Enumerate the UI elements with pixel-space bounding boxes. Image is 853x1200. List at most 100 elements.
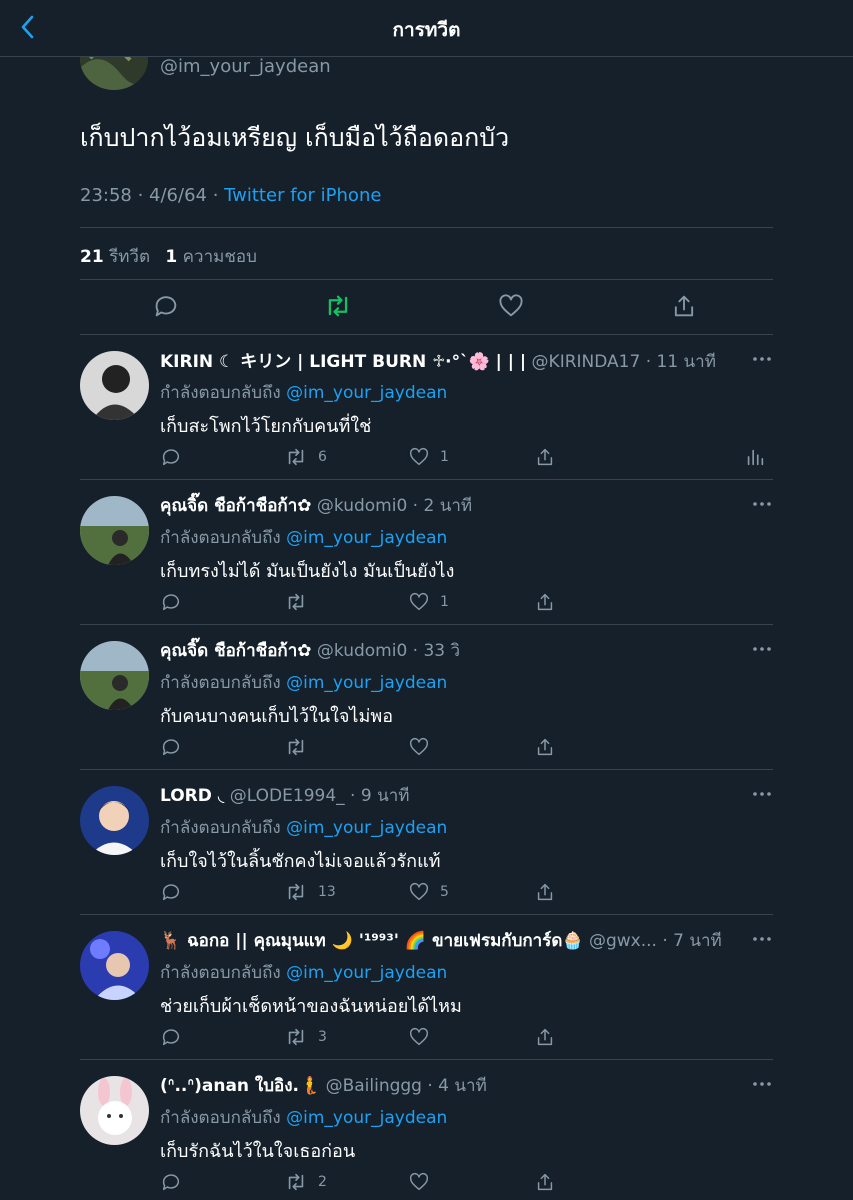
author-handle[interactable]: @KIRINDA17 · 11 นาที	[532, 352, 716, 372]
like-button[interactable]: 1	[408, 445, 449, 469]
author-handle[interactable]: @gwx... · 7 นาที	[589, 931, 722, 951]
analytics-button[interactable]	[744, 445, 766, 469]
author-name[interactable]: คุณจิ๊ด ชือก้าชือก้า✿	[160, 496, 311, 516]
more-button[interactable]	[750, 784, 774, 804]
retweet-count: 6	[318, 449, 327, 465]
like-button[interactable]	[408, 1025, 440, 1049]
retweet-icon	[288, 738, 304, 756]
mention-link[interactable]: @im_your_jaydean	[286, 818, 447, 838]
like-button[interactable]	[497, 292, 529, 324]
share-button[interactable]	[534, 880, 556, 904]
reply-icon	[162, 884, 180, 901]
tweet-meta: 23:58 · 4/6/64 · Twitter for iPhone	[80, 185, 381, 206]
reply-actions	[160, 735, 770, 759]
retweet-label[interactable]: รีทวีต	[109, 247, 150, 267]
more-button[interactable]	[750, 1074, 774, 1094]
avatar[interactable]	[80, 931, 149, 1000]
like-count[interactable]: 1	[165, 247, 177, 267]
retweet-count[interactable]: 21	[80, 247, 104, 267]
like-button[interactable]: 1	[408, 590, 449, 614]
replying-to-label: กำลังตอบกลับถึง	[160, 528, 281, 548]
mention-link[interactable]: @im_your_jaydean	[286, 963, 447, 983]
author-name[interactable]: LORD ◟	[160, 786, 224, 806]
share-button[interactable]	[534, 445, 556, 469]
heart-icon	[409, 447, 429, 466]
tweet-action-bar	[80, 292, 773, 324]
author-name[interactable]: (ᐢ..ᐢ)anan ใบอิง.🧜	[160, 1076, 320, 1096]
like-button[interactable]	[408, 735, 440, 759]
share-button[interactable]	[534, 735, 556, 759]
tweet-stats: 21 รีทวีต 1 ความชอบ	[80, 243, 257, 270]
author-handle[interactable]: @kudomi0 · 2 นาที	[317, 496, 472, 516]
reply-actions: 13 5	[160, 880, 770, 904]
retweet-button[interactable]	[323, 292, 355, 324]
more-button[interactable]	[750, 349, 774, 369]
share-button[interactable]	[534, 1025, 556, 1049]
retweet-button[interactable]	[284, 735, 318, 759]
reply-text: เก็บสะโพกไว้โยกกับคนที่ใช่	[160, 416, 372, 437]
retweet-button[interactable]: 2	[284, 1170, 327, 1194]
avatar[interactable]	[80, 786, 149, 855]
retweet-count: 3	[318, 1029, 327, 1045]
author-name[interactable]: 🦌 ฉอกอ || คุณมุนแท 🌙 '¹⁹⁹³' 🌈 ขายเฟรมกับ…	[160, 931, 584, 951]
avatar[interactable]	[80, 1076, 149, 1145]
share-button[interactable]	[534, 590, 556, 614]
divider	[80, 769, 773, 770]
reply-text: เก็บใจไว้ในลิ้นชักคงไม่เจอแล้วรักแท้	[160, 851, 441, 872]
reply-button[interactable]	[152, 292, 184, 324]
like-label[interactable]: ความชอบ	[183, 247, 257, 267]
reply-button[interactable]	[160, 1025, 182, 1049]
retweet-count: 13	[318, 884, 336, 900]
reply-button[interactable]	[160, 445, 182, 469]
retweet-button[interactable]: 13	[284, 880, 336, 904]
reply-actions: 2	[160, 1170, 770, 1194]
tweet-source[interactable]: Twitter for iPhone	[224, 185, 381, 206]
reply-icon	[155, 296, 177, 317]
divider	[80, 624, 773, 625]
reply-button[interactable]	[160, 735, 182, 759]
author-handle[interactable]: @im_your_jaydean	[160, 56, 331, 77]
replying-to-label: กำลังตอบกลับถึง	[160, 818, 281, 838]
author-handle[interactable]: @LODE1994_ · 9 นาที	[230, 786, 410, 806]
avatar[interactable]	[80, 496, 149, 565]
mention-link[interactable]: @im_your_jaydean	[286, 673, 447, 693]
author-name[interactable]: KIRIN ☾ キリン | LIGHT BURN ♱·°`🌸 | | |	[160, 352, 526, 372]
avatar[interactable]	[80, 641, 149, 710]
like-button[interactable]	[408, 1170, 440, 1194]
retweet-count: 2	[318, 1174, 327, 1190]
share-button[interactable]	[534, 1170, 556, 1194]
retweet-button[interactable]: 3	[284, 1025, 327, 1049]
reply-icon	[162, 739, 180, 756]
tweet-timestamp: 23:58 · 4/6/64 ·	[80, 185, 225, 206]
share-button[interactable]	[670, 292, 702, 324]
reply-icon	[162, 594, 180, 611]
share-icon	[537, 1173, 553, 1191]
reply-text: เก็บทรงไม่ได้ มันเป็นยังไง มันเป็นยังไง	[160, 561, 455, 582]
retweet-icon	[288, 883, 304, 901]
reply-actions: 3	[160, 1025, 770, 1049]
mention-link[interactable]: @im_your_jaydean	[286, 1108, 447, 1128]
retweet-button[interactable]	[284, 590, 318, 614]
share-icon	[537, 883, 553, 901]
more-button[interactable]	[750, 494, 774, 514]
reply-button[interactable]	[160, 880, 182, 904]
author-handle[interactable]: @Bailinggg · 4 นาที	[326, 1076, 487, 1096]
author-handle[interactable]: @kudomi0 · 33 วิ	[317, 641, 460, 661]
like-count: 1	[440, 594, 449, 610]
more-icon	[753, 357, 771, 361]
avatar[interactable]	[80, 351, 149, 420]
reply-button[interactable]	[160, 1170, 182, 1194]
more-button[interactable]	[750, 929, 774, 949]
divider	[80, 479, 773, 480]
more-button[interactable]	[750, 639, 774, 659]
mention-link[interactable]: @im_your_jaydean	[286, 383, 447, 403]
like-button[interactable]: 5	[408, 880, 449, 904]
mention-link[interactable]: @im_your_jaydean	[286, 528, 447, 548]
like-count: 1	[440, 449, 449, 465]
retweet-button[interactable]: 6	[284, 445, 327, 469]
top-bar: การทวีต	[0, 0, 853, 57]
retweet-icon	[288, 1173, 304, 1191]
reply-text: กับคนบางคนเก็บไว้ในใจไม่พอ	[160, 706, 393, 727]
author-name[interactable]: คุณจิ๊ด ชือก้าชือก้า✿	[160, 641, 311, 661]
reply-button[interactable]	[160, 590, 182, 614]
